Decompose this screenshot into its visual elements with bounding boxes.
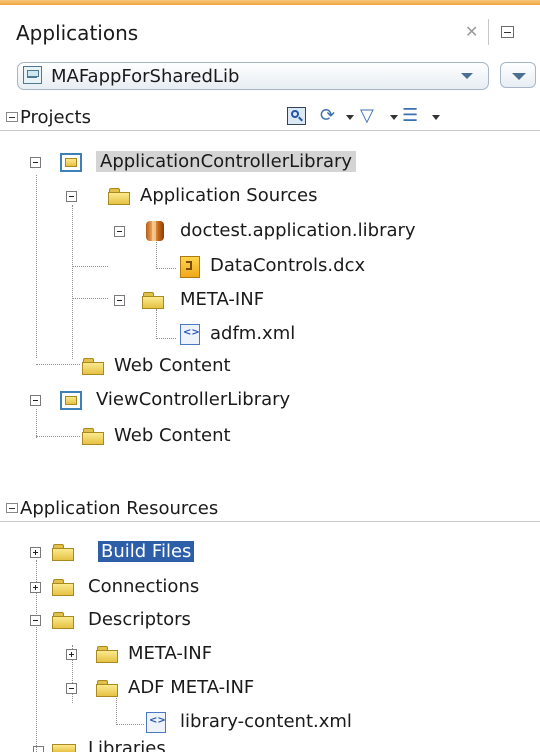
collapse-icon[interactable] — [114, 226, 125, 237]
minimize-icon[interactable] — [501, 26, 514, 38]
application-selector[interactable]: MAFappForSharedLib — [17, 62, 489, 90]
folder-icon — [52, 544, 74, 561]
folder-icon — [82, 428, 104, 445]
folder-icon — [82, 358, 104, 375]
folder-icon — [96, 646, 118, 663]
folder-icon — [52, 579, 74, 596]
expand-icon[interactable] — [30, 582, 41, 593]
collapse-icon[interactable] — [30, 395, 41, 406]
application-menu-button[interactable] — [500, 62, 536, 88]
filter-icon[interactable]: ▽ — [360, 105, 398, 127]
collapse-icon[interactable] — [6, 503, 18, 513]
tree-item-label: Build Files — [98, 541, 195, 562]
tree-item[interactable]: library-content.xml — [0, 710, 540, 736]
tree-item[interactable]: Application Sources — [0, 184, 540, 210]
projects-title: Projects — [20, 107, 91, 128]
tree-item[interactable]: Descriptors — [0, 608, 540, 634]
tree-item-label: META-INF — [180, 289, 265, 310]
tree-item-label: Application Sources — [140, 185, 318, 206]
tree-item[interactable]: META-INF — [0, 288, 540, 314]
folder-icon — [52, 744, 76, 752]
application-resources-header[interactable]: Application Resources — [0, 492, 540, 522]
collapse-icon[interactable] — [30, 615, 41, 626]
chevron-down-icon — [461, 73, 473, 79]
xml-file-icon — [180, 324, 200, 345]
tree-item-label: ViewControllerLibrary — [96, 389, 291, 410]
tree-item-label: adfm.xml — [210, 323, 296, 344]
tree-item-label: ADF META-INF — [128, 677, 255, 698]
tree-item-label: doctest.application.library — [180, 220, 416, 241]
project-icon — [60, 153, 82, 172]
collapse-icon[interactable] — [66, 191, 77, 202]
tree-item-label: Web Content — [114, 355, 231, 376]
tree-item[interactable]: doctest.application.library — [0, 219, 540, 245]
tree-item[interactable]: Web Content — [0, 424, 540, 450]
tree-item-label: DataControls.dcx — [210, 255, 366, 276]
find-icon[interactable] — [287, 107, 306, 125]
folder-icon — [142, 292, 164, 309]
project-icon — [60, 391, 82, 410]
collapse-icon[interactable] — [114, 295, 125, 306]
tree-item-label: ApplicationControllerLibrary — [96, 151, 357, 172]
expand-icon[interactable] — [33, 746, 44, 752]
tree-item-label: Web Content — [114, 425, 231, 446]
close-icon[interactable]: ✕ — [465, 22, 478, 41]
tree-item-label[interactable]: Libraries — [88, 738, 166, 752]
tree-item[interactable]: ViewControllerLibrary — [0, 388, 540, 414]
collapse-icon[interactable] — [66, 683, 77, 694]
expand-icon[interactable] — [30, 547, 41, 558]
application-selector-value: MAFappForSharedLib — [51, 66, 240, 87]
expand-icon[interactable] — [66, 649, 77, 660]
tree-item[interactable]: DataControls.dcx — [0, 254, 540, 280]
collapse-icon[interactable] — [30, 157, 41, 168]
application-icon — [23, 66, 42, 84]
panel-title-bar: Applications ✕ — [0, 5, 540, 55]
tree-item-label: META-INF — [128, 643, 213, 664]
folder-icon — [52, 612, 74, 629]
tree-item-label: Connections — [88, 576, 200, 597]
collapse-icon[interactable] — [6, 112, 18, 122]
folder-icon — [108, 188, 130, 205]
tree-item-label: library-content.xml — [180, 711, 352, 732]
tree-item[interactable]: ADF META-INF — [0, 676, 540, 702]
folder-icon — [96, 680, 118, 697]
projects-header[interactable]: Projects ⟳ ▽ ☰ — [0, 101, 540, 131]
panel-title: Applications — [16, 21, 139, 45]
tree-item[interactable]: ApplicationControllerLibrary — [0, 150, 540, 176]
tree-item-label: Descriptors — [88, 609, 191, 630]
datacontrol-file-icon — [180, 256, 200, 278]
application-resources-title: Application Resources — [20, 498, 219, 519]
tree-item[interactable]: Web Content — [0, 354, 540, 380]
title-separator — [488, 19, 489, 45]
package-icon — [146, 221, 164, 241]
layout-icon[interactable]: ☰ — [402, 105, 440, 127]
tree-item[interactable]: Build Files — [0, 540, 540, 566]
tree-item[interactable]: adfm.xml — [0, 322, 540, 348]
sync-icon[interactable]: ⟳ — [320, 105, 354, 127]
tree-item[interactable]: META-INF — [0, 642, 540, 668]
xml-file-icon — [146, 712, 166, 733]
tree-item[interactable]: Connections — [0, 575, 540, 601]
